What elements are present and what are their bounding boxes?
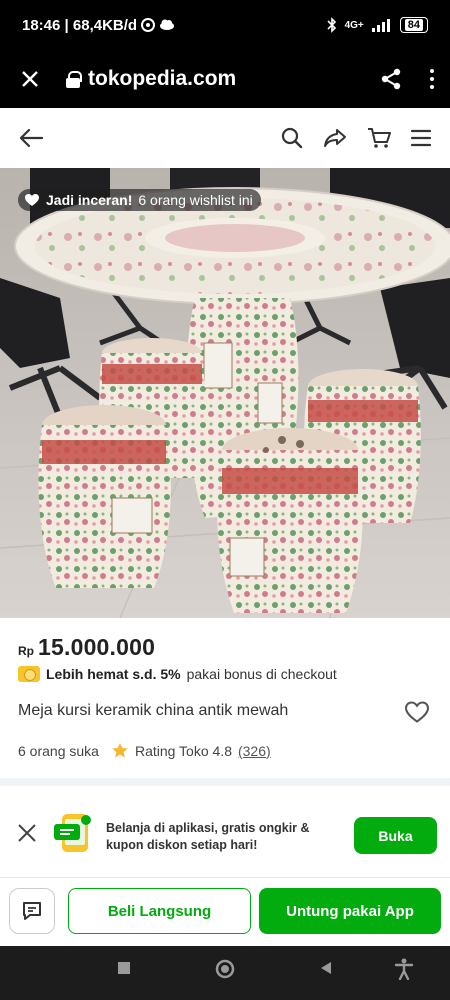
status-bar: 18:46 | 68,4KB/d 4G+ 84 xyxy=(0,0,450,50)
status-right: 4G+ 84 xyxy=(326,17,428,33)
url-bar[interactable]: tokopedia.com xyxy=(66,67,236,91)
accessibility-icon[interactable] xyxy=(394,958,414,980)
wishlist-badge: Jadi inceran! 6 orang wishlist ini xyxy=(18,189,261,211)
search-icon[interactable] xyxy=(280,126,304,150)
likes-count: 6 orang suka xyxy=(18,742,99,759)
cart-icon[interactable] xyxy=(366,126,392,150)
chat-icon xyxy=(23,902,41,920)
network-type: 4G+ xyxy=(344,19,364,31)
rating-row: 6 orang suka Rating Toko 4.8 (326) xyxy=(18,742,271,759)
promo-text: pakai bonus di checkout xyxy=(186,666,337,682)
wishlist-badge-title: Jadi inceran! xyxy=(46,192,133,208)
share-icon[interactable] xyxy=(380,68,402,90)
star-icon xyxy=(112,743,128,758)
app-notification-icon xyxy=(141,18,156,32)
hamburger-menu-icon[interactable] xyxy=(410,128,432,148)
status-time: 18:46 | 68,4KB/d xyxy=(22,16,138,34)
price-amount: 15.000.000 xyxy=(38,634,156,660)
app-promo-icon xyxy=(54,814,91,852)
browser-toolbar: tokopedia.com xyxy=(0,50,450,108)
open-app-button[interactable]: Buka xyxy=(354,817,437,854)
recents-icon[interactable] xyxy=(116,960,132,976)
heart-icon xyxy=(25,194,39,206)
battery-level: 84 xyxy=(404,19,423,31)
app-benefit-button[interactable]: Untung pakai App xyxy=(259,888,441,934)
url-domain: tokopedia.com xyxy=(88,67,237,90)
product-info: Rp 15.000.000 Lebih hemat s.d. 5% pakai … xyxy=(0,618,450,778)
product-photo-illustration xyxy=(0,168,450,618)
wishlist-badge-text: 6 orang wishlist ini xyxy=(138,192,253,208)
product-title: Meja kursi keramik china antik mewah xyxy=(18,702,289,719)
store-rating: Rating Toko 4.8 xyxy=(134,742,232,759)
price: Rp 15.000.000 xyxy=(18,634,155,661)
buy-now-button[interactable]: Beli Langsung xyxy=(68,888,251,934)
system-navigation-bar xyxy=(0,946,450,1000)
home-icon[interactable] xyxy=(215,959,235,979)
close-icon[interactable] xyxy=(16,822,38,844)
back-arrow-icon[interactable] xyxy=(18,127,44,149)
kebab-menu-icon[interactable] xyxy=(430,69,434,89)
price-currency: Rp xyxy=(18,644,34,658)
bottom-action-bar: Beli Langsung Untung pakai App xyxy=(0,878,450,946)
banner-text: Belanja di aplikasi, gratis ongkir & kup… xyxy=(106,821,310,852)
heart-icon[interactable] xyxy=(404,700,430,724)
section-divider xyxy=(0,778,450,786)
status-left: 18:46 | 68,4KB/d xyxy=(22,17,175,34)
promo-info[interactable]: Lebih hemat s.d. 5% pakai bonus di check… xyxy=(18,666,337,682)
chat-button[interactable] xyxy=(9,888,55,934)
app-install-banner: Belanja di aplikasi, gratis ongkir & kup… xyxy=(0,786,450,878)
app-header xyxy=(0,108,450,168)
back-icon[interactable] xyxy=(318,960,334,976)
coin-icon xyxy=(18,666,40,682)
product-image[interactable] xyxy=(0,168,450,618)
rating-count-link[interactable]: (326) xyxy=(238,743,271,759)
battery-icon: 84 xyxy=(399,17,428,33)
bluetooth-icon xyxy=(326,17,336,33)
close-icon[interactable] xyxy=(16,69,44,89)
promo-bold: Lebih hemat s.d. 5% xyxy=(46,666,181,682)
weather-icon xyxy=(160,19,175,30)
share-arrow-icon[interactable] xyxy=(322,126,348,150)
lock-icon xyxy=(66,71,82,88)
signal-icon xyxy=(371,19,390,32)
